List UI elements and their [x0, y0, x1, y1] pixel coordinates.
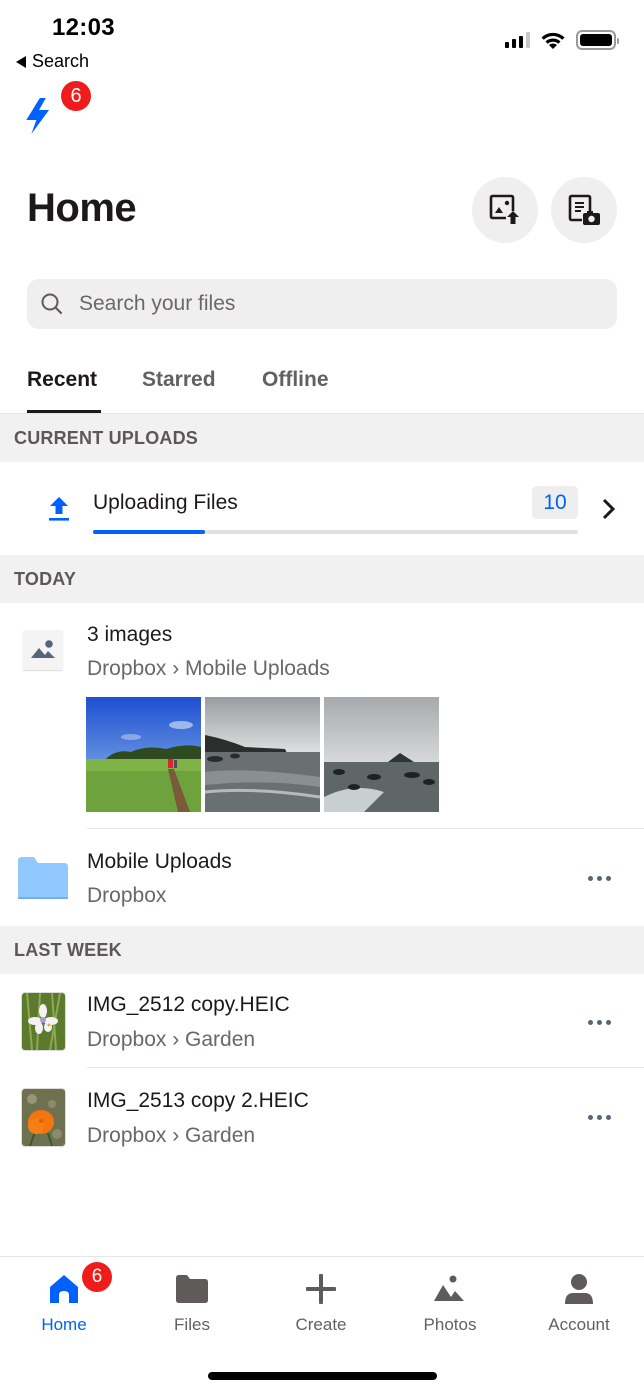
- list-divider: [87, 828, 644, 829]
- scan-document-icon: [568, 194, 600, 226]
- meadow-path-photo[interactable]: [86, 697, 201, 812]
- search-icon: [41, 293, 63, 315]
- upload-progress-bar: [93, 530, 578, 534]
- tab-photos[interactable]: Photos: [386, 1257, 514, 1337]
- bolt-icon: [26, 98, 50, 134]
- folder-icon: [176, 1275, 208, 1303]
- status-time: 12:03: [52, 14, 115, 41]
- tab-files-label: Files: [174, 1315, 210, 1334]
- rocky-coast-photo[interactable]: [205, 697, 320, 812]
- back-label: Search: [32, 51, 90, 71]
- file-path: Dropbox › Garden: [87, 1124, 256, 1147]
- upload-count-badge: 10: [532, 486, 578, 519]
- upload-photo-icon: [489, 194, 520, 225]
- back-to-search-link[interactable]: Search: [16, 51, 89, 72]
- tab-recent[interactable]: Recent: [27, 368, 97, 392]
- file-path: Dropbox › Garden: [87, 1028, 256, 1051]
- file-title[interactable]: IMG_2513 copy 2.HEIC: [87, 1089, 309, 1113]
- wifi-icon: [541, 32, 565, 49]
- image-group-path: Dropbox › Mobile Uploads: [87, 657, 330, 680]
- uploading-files-title: Uploading Files: [93, 491, 238, 514]
- file-title[interactable]: IMG_2512 copy.HEIC: [87, 993, 290, 1017]
- sea-rocks-island-photo[interactable]: [324, 697, 439, 812]
- image-group-title[interactable]: 3 images: [87, 623, 172, 647]
- file-more-button[interactable]: [588, 1115, 611, 1120]
- tab-bar-filters: Recent Starred Offline: [0, 360, 644, 414]
- cellular-signal-icon: [505, 32, 530, 48]
- upload-arrow-icon: [49, 497, 69, 521]
- tab-account[interactable]: Account: [515, 1257, 643, 1337]
- home-icon: [50, 1275, 78, 1303]
- tab-account-label: Account: [548, 1315, 610, 1334]
- tab-files[interactable]: Files: [128, 1257, 256, 1337]
- search-placeholder: Search your files: [79, 292, 236, 315]
- tab-photos-label: Photos: [423, 1315, 477, 1334]
- section-header-current-uploads: CURRENT UPLOADS: [0, 414, 644, 462]
- list-divider: [87, 1067, 644, 1068]
- image-icon: [31, 640, 55, 658]
- section-header-last-week: LAST WEEK: [0, 926, 644, 974]
- folder-title[interactable]: Mobile Uploads: [87, 850, 232, 874]
- page-title: Home: [27, 186, 137, 230]
- folder-path: Dropbox: [87, 884, 167, 907]
- plus-icon: [306, 1274, 336, 1304]
- upload-progress-fill: [93, 530, 205, 534]
- orange-poppy-photo: [22, 1089, 65, 1146]
- home-indicator[interactable]: [208, 1372, 437, 1380]
- scan-document-button[interactable]: [551, 177, 617, 243]
- back-triangle-icon: [16, 55, 26, 68]
- activity-badge: 6: [61, 81, 91, 111]
- upload-photo-button[interactable]: [472, 177, 538, 243]
- tab-create-label: Create: [295, 1315, 347, 1334]
- white-flower-photo: [22, 993, 65, 1050]
- tab-home-label: Home: [41, 1315, 87, 1334]
- search-input[interactable]: Search your files: [27, 279, 617, 329]
- tab-starred[interactable]: Starred: [142, 368, 216, 392]
- battery-icon: [576, 30, 619, 50]
- folder-icon: [18, 857, 68, 899]
- person-icon: [565, 1274, 593, 1304]
- image-group-icon: [23, 630, 63, 670]
- section-header-today: TODAY: [0, 555, 644, 603]
- activity-button[interactable]: [24, 96, 58, 136]
- photos-icon: [434, 1275, 464, 1301]
- active-tab-indicator: [27, 410, 101, 413]
- tab-offline[interactable]: Offline: [262, 368, 329, 392]
- folder-more-button[interactable]: [588, 876, 611, 881]
- status-indicators: [505, 30, 619, 50]
- chevron-right-icon[interactable]: [601, 498, 617, 520]
- home-notification-badge: 6: [82, 1262, 112, 1292]
- file-more-button[interactable]: [588, 1020, 611, 1025]
- tab-create[interactable]: Create: [257, 1257, 385, 1337]
